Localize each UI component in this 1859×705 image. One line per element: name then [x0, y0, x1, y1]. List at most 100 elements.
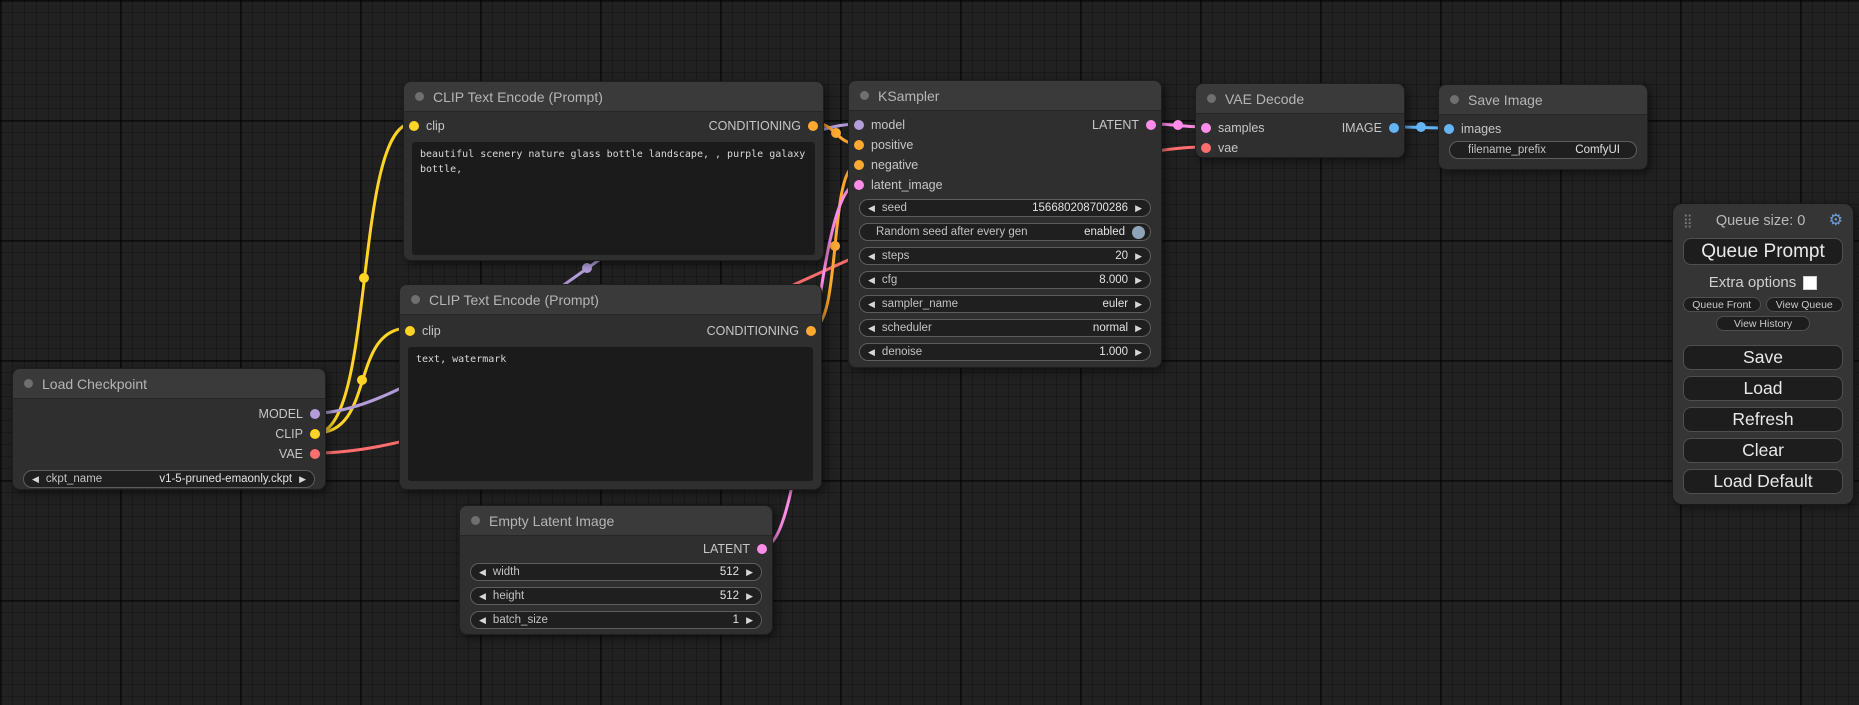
node-save-image[interactable]: Save Image images filename_prefix ComfyU… — [1438, 84, 1648, 170]
widget-width[interactable]: ◀ width 512 ▶ — [470, 563, 762, 581]
queue-front-button[interactable]: Queue Front — [1683, 297, 1761, 312]
save-button[interactable]: Save — [1683, 345, 1843, 370]
output-port-conditioning[interactable] — [808, 121, 818, 131]
widget-label: width — [493, 566, 520, 578]
decrement-arrow-icon[interactable]: ◀ — [868, 252, 875, 261]
output-port-conditioning[interactable] — [806, 326, 816, 336]
queue-prompt-button[interactable]: Queue Prompt — [1683, 238, 1843, 265]
decrement-arrow-icon[interactable]: ◀ — [868, 204, 875, 213]
prompt-textarea[interactable]: text, watermark — [408, 347, 813, 481]
input-port-latent-image[interactable] — [854, 180, 864, 190]
prompt-textarea[interactable]: beautiful scenery nature glass bottle la… — [412, 142, 815, 255]
input-port-model[interactable] — [854, 120, 864, 130]
extra-options-checkbox[interactable] — [1803, 276, 1817, 290]
view-history-button[interactable]: View History — [1716, 316, 1810, 331]
widget-filename-prefix[interactable]: filename_prefix ComfyUI — [1449, 141, 1637, 159]
widget-value: 8.000 — [1099, 274, 1128, 286]
widget-value: ComfyUI — [1575, 144, 1620, 156]
drag-handle-icon[interactable]: ⣿ — [1683, 213, 1693, 229]
input-port-images[interactable] — [1444, 124, 1454, 134]
collapse-dot[interactable] — [1207, 94, 1216, 103]
output-label-latent: LATENT — [703, 542, 750, 556]
output-port-clip[interactable] — [310, 429, 320, 439]
output-port-vae[interactable] — [310, 449, 320, 459]
widget-steps[interactable]: ◀ steps 20 ▶ — [859, 247, 1151, 265]
node-ksampler[interactable]: KSampler model LATENT positive negative … — [848, 80, 1162, 368]
view-queue-button[interactable]: View Queue — [1766, 297, 1844, 312]
widget-scheduler[interactable]: ◀ scheduler normal ▶ — [859, 319, 1151, 337]
widget-label: seed — [882, 202, 907, 214]
decrement-arrow-icon[interactable]: ◀ — [868, 348, 875, 357]
widget-sampler-name[interactable]: ◀ sampler_name euler ▶ — [859, 295, 1151, 313]
increment-arrow-icon[interactable]: ▶ — [746, 568, 753, 577]
random-seed-toggle[interactable] — [1132, 226, 1145, 239]
node-title: Load Checkpoint — [42, 376, 147, 392]
output-port-latent[interactable] — [1146, 120, 1156, 130]
input-port-clip[interactable] — [409, 121, 419, 131]
increment-arrow-icon[interactable]: ▶ — [1135, 276, 1142, 285]
widget-denoise[interactable]: ◀ denoise 1.000 ▶ — [859, 343, 1151, 361]
link-midpoint-dot — [357, 375, 367, 385]
widget-value: 156680208700286 — [1032, 202, 1128, 214]
input-port-positive[interactable] — [854, 140, 864, 150]
node-header[interactable]: KSampler — [849, 81, 1161, 111]
collapse-dot[interactable] — [411, 295, 420, 304]
increment-arrow-icon[interactable]: ▶ — [1135, 300, 1142, 309]
increment-arrow-icon[interactable]: ▶ — [746, 616, 753, 625]
input-port-vae[interactable] — [1201, 143, 1211, 153]
widget-batch-size[interactable]: ◀ batch_size 1 ▶ — [470, 611, 762, 629]
collapse-dot[interactable] — [1450, 95, 1459, 104]
node-header[interactable]: CLIP Text Encode (Prompt) — [404, 82, 823, 112]
decrement-arrow-icon[interactable]: ◀ — [868, 300, 875, 309]
input-label-negative: negative — [871, 158, 918, 172]
node-header[interactable]: Empty Latent Image — [460, 506, 772, 536]
output-port-latent[interactable] — [757, 544, 767, 554]
decrement-arrow-icon[interactable]: ◀ — [32, 475, 39, 484]
widget-ckpt-name[interactable]: ◀ ckpt_name v1-5-pruned-emaonly.ckpt ▶ — [23, 470, 315, 488]
input-port-negative[interactable] — [854, 160, 864, 170]
collapse-dot[interactable] — [415, 92, 424, 101]
link-midpoint-dot — [582, 263, 592, 273]
node-vae-decode[interactable]: VAE Decode samples IMAGE vae — [1195, 83, 1405, 158]
input-label-images: images — [1461, 122, 1501, 136]
widget-seed[interactable]: ◀ seed 156680208700286 ▶ — [859, 199, 1151, 217]
link-midpoint-dot — [830, 241, 840, 251]
node-header[interactable]: CLIP Text Encode (Prompt) — [400, 285, 821, 315]
decrement-arrow-icon[interactable]: ◀ — [868, 276, 875, 285]
collapse-dot[interactable] — [24, 379, 33, 388]
widget-random-seed[interactable]: Random seed after every gen enabled — [859, 223, 1151, 241]
node-clip-text-encode-negative[interactable]: CLIP Text Encode (Prompt) clip CONDITION… — [399, 284, 822, 490]
increment-arrow-icon[interactable]: ▶ — [746, 592, 753, 601]
decrement-arrow-icon[interactable]: ◀ — [479, 568, 486, 577]
node-header[interactable]: Load Checkpoint — [13, 369, 325, 399]
input-port-samples[interactable] — [1201, 123, 1211, 133]
widget-value: 20 — [1115, 250, 1128, 262]
settings-gear-icon[interactable]: ⚙ — [1829, 213, 1843, 229]
increment-arrow-icon[interactable]: ▶ — [1135, 204, 1142, 213]
decrement-arrow-icon[interactable]: ◀ — [479, 592, 486, 601]
output-port-model[interactable] — [310, 409, 320, 419]
extra-options-label: Extra options — [1709, 274, 1797, 291]
load-default-button[interactable]: Load Default — [1683, 469, 1843, 494]
node-header[interactable]: Save Image — [1439, 85, 1647, 115]
input-port-clip[interactable] — [405, 326, 415, 336]
decrement-arrow-icon[interactable]: ◀ — [479, 616, 486, 625]
widget-height[interactable]: ◀ height 512 ▶ — [470, 587, 762, 605]
increment-arrow-icon[interactable]: ▶ — [299, 475, 306, 484]
collapse-dot[interactable] — [860, 91, 869, 100]
refresh-button[interactable]: Refresh — [1683, 407, 1843, 432]
increment-arrow-icon[interactable]: ▶ — [1135, 348, 1142, 357]
widget-label: steps — [882, 250, 910, 262]
output-port-image[interactable] — [1389, 123, 1399, 133]
increment-arrow-icon[interactable]: ▶ — [1135, 324, 1142, 333]
widget-cfg[interactable]: ◀ cfg 8.000 ▶ — [859, 271, 1151, 289]
node-clip-text-encode-positive[interactable]: CLIP Text Encode (Prompt) clip CONDITION… — [403, 81, 824, 261]
increment-arrow-icon[interactable]: ▶ — [1135, 252, 1142, 261]
node-empty-latent-image[interactable]: Empty Latent Image LATENT ◀ width 512 ▶ … — [459, 505, 773, 635]
decrement-arrow-icon[interactable]: ◀ — [868, 324, 875, 333]
node-load-checkpoint[interactable]: Load Checkpoint MODEL CLIP VAE ◀ ckpt_na… — [12, 368, 326, 490]
load-button[interactable]: Load — [1683, 376, 1843, 401]
collapse-dot[interactable] — [471, 516, 480, 525]
node-header[interactable]: VAE Decode — [1196, 84, 1404, 114]
clear-button[interactable]: Clear — [1683, 438, 1843, 463]
